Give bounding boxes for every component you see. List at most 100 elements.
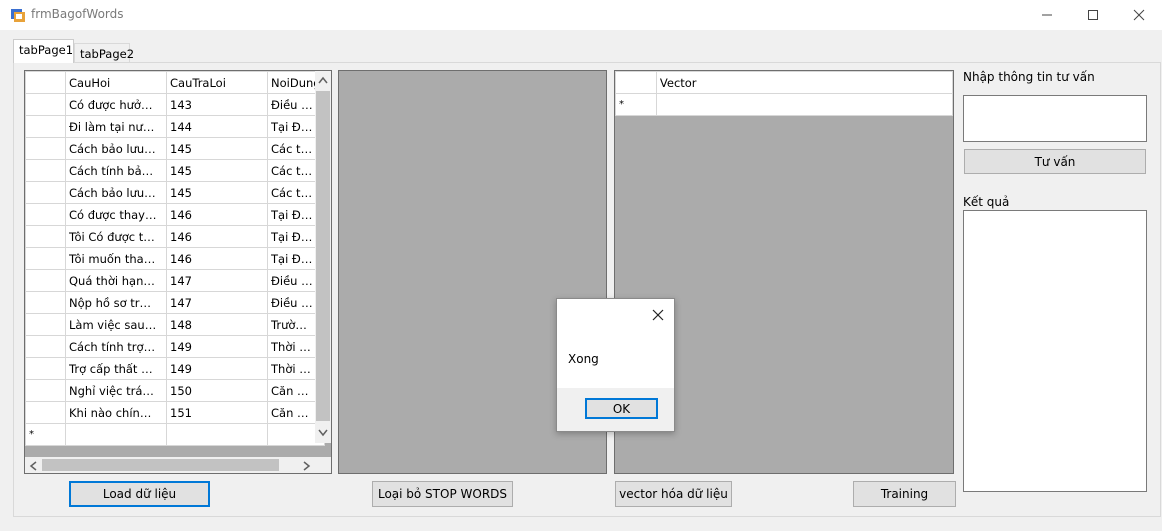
table-cell[interactable]: Có được thay đổi... <box>65 203 167 226</box>
table-cell[interactable]: Cách tính bảo lư... <box>65 159 167 182</box>
row-header[interactable] <box>25 291 66 314</box>
table-cell[interactable]: Làm việc sau tuổi... <box>65 313 167 336</box>
row-header[interactable] <box>25 181 66 204</box>
training-button[interactable]: Training <box>853 481 956 507</box>
row-header[interactable] <box>25 93 66 116</box>
vector-table: Vector * <box>615 71 954 116</box>
table-row[interactable]: Quá thời hạn nộp... 147 Điều kiện <box>25 269 325 292</box>
minimize-button[interactable] <box>1024 0 1070 30</box>
table-cell[interactable] <box>65 423 167 446</box>
table-cell[interactable]: Tôi Có được thay... <box>65 225 167 248</box>
table-row[interactable]: Tôi muốn thay đ... 146 Tại Điểm <box>25 247 325 270</box>
table-row[interactable]: Có được hưởng tr... 143 Điều 49 L <box>25 93 325 116</box>
advice-input[interactable] <box>963 95 1147 142</box>
close-icon <box>1133 9 1145 21</box>
cell-text: Trợ cấp thất nghi... <box>69 361 157 376</box>
table-cell[interactable]: 151 <box>166 401 268 424</box>
table-cell[interactable]: 146 <box>166 225 268 248</box>
close-window-button[interactable] <box>1116 0 1162 30</box>
scroll-down-icon[interactable] <box>318 429 328 437</box>
row-header[interactable] <box>25 247 66 270</box>
tab-page1[interactable]: tabPage1 <box>13 39 74 63</box>
table-cell[interactable]: 143 <box>166 93 268 116</box>
table-row[interactable]: Làm việc sau tuổi... 148 Trường hợ <box>25 313 325 336</box>
table-row[interactable]: Cách tính bảo lư... 145 Các trườn <box>25 159 325 182</box>
remove-stopwords-button[interactable]: Loại bỏ STOP WORDS <box>372 481 513 507</box>
row-header[interactable] <box>25 357 66 380</box>
cell-text: Các trườn <box>271 163 314 178</box>
table-cell[interactable]: 150 <box>166 379 268 402</box>
table-cell[interactable]: Cách bảo lưu hư... <box>65 181 167 204</box>
table-row[interactable]: Khi nào chính th... 151 Căn cứ qu <box>25 401 325 424</box>
scroll-right-icon[interactable] <box>303 461 311 471</box>
table-row[interactable]: Cách bảo lưu hư... 145 Các trườn <box>25 181 325 204</box>
data-grid-questions[interactable]: CauHoi CauTraLoi NoiDung Có được hưởng t… <box>24 70 332 474</box>
table-cell[interactable]: 146 <box>166 247 268 270</box>
ok-button[interactable]: OK <box>585 398 658 419</box>
table-cell[interactable]: 147 <box>166 269 268 292</box>
column-header[interactable]: Vector <box>655 71 954 94</box>
scroll-left-icon[interactable] <box>29 461 37 471</box>
cell-text: Các trườn <box>271 185 314 200</box>
table-cell[interactable] <box>655 93 954 116</box>
new-row[interactable]: * <box>25 423 325 446</box>
table-cell[interactable]: 144 <box>166 115 268 138</box>
column-header[interactable]: CauTraLoi <box>166 71 268 94</box>
table-cell[interactable]: Nộp hồ sơ trễ có ... <box>65 291 167 314</box>
table-cell[interactable]: Trợ cấp thất nghi... <box>65 357 167 380</box>
table-row[interactable]: Nộp hồ sơ trễ có ... 147 Điều kiện <box>25 291 325 314</box>
row-header[interactable] <box>25 159 66 182</box>
table-row[interactable]: Nghỉ việc trái luật... 150 Căn cứ Kl <box>25 379 325 402</box>
load-data-button[interactable]: Load dữ liệu <box>69 481 210 507</box>
table-row[interactable]: Cách bảo lưu hư... 145 Các trườn <box>25 137 325 160</box>
row-header[interactable] <box>25 401 66 424</box>
table-cell[interactable]: Nghỉ việc trái luật... <box>65 379 167 402</box>
column-header[interactable]: CauHoi <box>65 71 167 94</box>
table-cell[interactable]: 145 <box>166 181 268 204</box>
input-label: Nhập thông tin tư vấn <box>963 70 1095 84</box>
row-header[interactable] <box>25 269 66 292</box>
maximize-button[interactable] <box>1070 0 1116 30</box>
table-row[interactable]: Tôi Có được thay... 146 Tại Điểm <box>25 225 325 248</box>
scroll-up-icon[interactable] <box>318 76 328 84</box>
scroll-thumb-horizontal[interactable] <box>42 459 279 471</box>
cell-text: Cách tính bảo lư... <box>69 163 157 178</box>
table-cell[interactable]: Khi nào chính th... <box>65 401 167 424</box>
table-cell[interactable] <box>166 423 268 446</box>
table-cell[interactable]: Quá thời hạn nộp... <box>65 269 167 292</box>
table-cell[interactable]: Có được hưởng tr... <box>65 93 167 116</box>
table-row[interactable]: Có được thay đổi... 146 Tại Điểm <box>25 203 325 226</box>
table-row[interactable]: Trợ cấp thất nghi... 149 Thời gian <box>25 357 325 380</box>
row-header[interactable] <box>25 313 66 336</box>
table-cell[interactable]: 149 <box>166 335 268 358</box>
dialog-footer: OK <box>557 388 674 431</box>
vertical-scrollbar[interactable] <box>315 71 331 443</box>
table-row[interactable]: Đi làm tại nước n... 144 Tại Điều 4 <box>25 115 325 138</box>
table-cell[interactable]: Đi làm tại nước n... <box>65 115 167 138</box>
vectorize-button[interactable]: vector hóa dữ liệu <box>615 481 732 507</box>
row-header[interactable] <box>25 137 66 160</box>
cell-text: 147 <box>170 295 192 310</box>
table-cell[interactable]: Cách bảo lưu hư... <box>65 137 167 160</box>
table-cell[interactable]: 147 <box>166 291 268 314</box>
row-header[interactable] <box>25 335 66 358</box>
row-header[interactable] <box>25 225 66 248</box>
dialog-close-button[interactable] <box>649 306 667 324</box>
advise-button[interactable]: Tư vấn <box>964 149 1146 174</box>
cell-text: Tôi muốn thay đ... <box>69 251 157 266</box>
scroll-thumb[interactable] <box>316 91 330 421</box>
table-cell[interactable]: Tôi muốn thay đ... <box>65 247 167 270</box>
table-cell[interactable]: 148 <box>166 313 268 336</box>
table-row[interactable]: Cách tính trợ cấp... 149 Thời gian <box>25 335 325 358</box>
result-output[interactable] <box>963 210 1147 492</box>
table-cell[interactable]: 149 <box>166 357 268 380</box>
table-cell[interactable]: 145 <box>166 137 268 160</box>
cell-text: Cách bảo lưu hư... <box>69 185 157 200</box>
table-cell[interactable]: 145 <box>166 159 268 182</box>
row-header[interactable] <box>25 203 66 226</box>
row-header[interactable] <box>25 379 66 402</box>
row-header[interactable] <box>25 115 66 138</box>
table-cell[interactable]: Cách tính trợ cấp... <box>65 335 167 358</box>
table-cell[interactable]: 146 <box>166 203 268 226</box>
horizontal-scrollbar[interactable] <box>25 457 315 473</box>
